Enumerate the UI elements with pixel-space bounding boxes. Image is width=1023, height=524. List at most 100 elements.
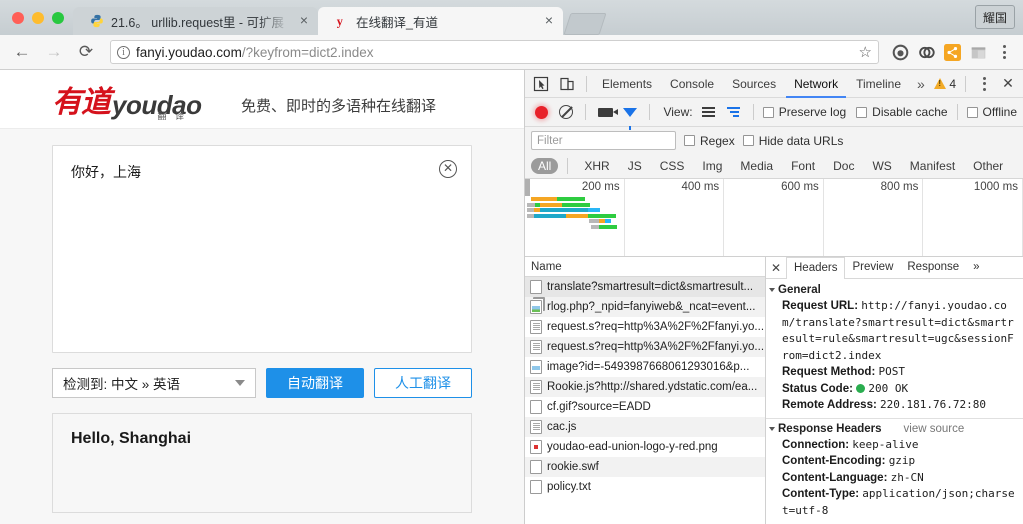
auto-translate-button[interactable]: 自动翻译	[266, 368, 364, 398]
request-name: youdao-ead-union-logo-y-red.png	[547, 441, 718, 453]
back-button[interactable]: ←	[8, 38, 36, 66]
filter-input[interactable]: Filter	[531, 131, 676, 150]
warning-triangle-icon	[934, 78, 947, 89]
filter-type-other[interactable]: Other	[966, 158, 1010, 174]
warning-badge[interactable]: 4	[934, 77, 958, 91]
filter-type-font[interactable]: Font	[784, 158, 822, 174]
language-select[interactable]: 检测到: 中文 » 英语	[52, 368, 256, 398]
divider	[586, 75, 587, 92]
table-row[interactable]: Rookie.js?http://shared.ydstatic.com/ea.…	[525, 377, 765, 397]
tab-console[interactable]: Console	[662, 70, 722, 98]
table-row[interactable]: request.s?req=http%3A%2F%2Ffanyi.yo...	[525, 317, 765, 337]
record-icon[interactable]	[531, 100, 552, 124]
browser-tab-2-close-icon[interactable]: ×	[541, 13, 557, 29]
column-header-name: Name	[531, 260, 562, 273]
detail-tab-headers[interactable]: Headers	[786, 256, 846, 279]
extension-link-icon[interactable]	[915, 41, 937, 63]
detail-tab-preview[interactable]: Preview	[845, 257, 900, 279]
list-view-icon[interactable]	[699, 100, 720, 124]
request-name: request.s?req=http%3A%2F%2Ffanyi.yo...	[547, 321, 765, 333]
python-icon	[89, 13, 105, 29]
general-section-title[interactable]: General	[766, 282, 1023, 298]
address-bar[interactable]: i fanyi.youdao.com/?keyfrom=dict2.index …	[110, 40, 879, 64]
devtools-menu-icon[interactable]	[973, 70, 995, 98]
forward-button[interactable]: →	[40, 38, 68, 66]
filter-type-css[interactable]: CSS	[653, 158, 692, 174]
browser-tab-1[interactable]: 21.6。 urllib.request里 - 可扩展 ×	[73, 7, 318, 35]
human-translate-button[interactable]: 人工翻译	[374, 368, 472, 398]
offline-checkbox[interactable]: Offline	[966, 105, 1017, 119]
site-tagline: 免费、即时的多语种在线翻译	[240, 98, 436, 115]
filter-type-all[interactable]: All	[531, 158, 559, 174]
table-row[interactable]: rookie.swf	[525, 457, 765, 477]
table-row[interactable]: youdao-ead-union-logo-y-red.png	[525, 437, 765, 457]
site-info-icon[interactable]: i	[117, 45, 130, 59]
youdao-logo[interactable]: 有道 youdao 翻 译	[52, 88, 231, 122]
preserve-log-checkbox[interactable]: Preserve log	[762, 105, 846, 119]
script-doc-icon	[530, 340, 542, 354]
toggle-device-toolbar-icon[interactable]	[555, 72, 579, 96]
extension-share-icon[interactable]	[941, 41, 963, 63]
regex-checkbox[interactable]: Regex	[684, 134, 735, 148]
translate-panel: 你好，上海 ✕ 检测到: 中文 » 英语 自动翻译 人工翻译 Hello, Sh…	[0, 128, 524, 524]
funnel-icon[interactable]	[620, 100, 641, 130]
table-row[interactable]: policy.txt	[525, 477, 765, 497]
tab-network[interactable]: Network	[786, 70, 846, 98]
clear-icon[interactable]	[556, 100, 577, 124]
camera-icon[interactable]	[595, 100, 619, 124]
table-row[interactable]: translate?smartresult=dict&smartresult..…	[525, 277, 765, 297]
detail-more-tabs-icon[interactable]: »	[966, 257, 986, 279]
chrome-menu-icon[interactable]	[993, 38, 1015, 66]
request-url-label: Request URL:	[782, 300, 859, 312]
filter-type-xhr[interactable]: XHR	[577, 158, 616, 174]
disable-cache-checkbox[interactable]: Disable cache	[856, 105, 948, 119]
table-row[interactable]: cac.js	[525, 417, 765, 437]
detail-close-icon[interactable]: ✕	[766, 261, 786, 275]
table-row[interactable]: cf.gif?source=EADD	[525, 397, 765, 417]
extension-panel-icon[interactable]	[967, 41, 989, 63]
overview-bar	[589, 219, 617, 223]
request-name: image?id=-5493987668061293016&p...	[547, 361, 750, 373]
request-url-row: Request URL: http://fanyi.youdao.com/tra…	[766, 298, 1023, 364]
close-window-button[interactable]	[12, 11, 24, 24]
detail-tab-response[interactable]: Response	[900, 257, 966, 279]
view-source-link[interactable]: view source	[904, 423, 965, 435]
new-tab-button[interactable]	[563, 13, 607, 35]
tab-timeline[interactable]: Timeline	[848, 70, 909, 98]
tab-sources[interactable]: Sources	[724, 70, 784, 98]
filter-type-manifest[interactable]: Manifest	[903, 158, 962, 174]
maximize-window-button[interactable]	[52, 11, 64, 24]
overview-selection-handle[interactable]	[525, 179, 530, 196]
detail-tabbar: ✕ Headers Preview Response »	[766, 256, 1023, 279]
request-list-header[interactable]: Name	[525, 257, 765, 277]
browser-tab-1-close-icon[interactable]: ×	[296, 13, 312, 29]
source-textarea[interactable]: 你好，上海 ✕	[52, 145, 472, 353]
request-name: rlog.php?_npid=fanyiweb&_ncat=event...	[547, 301, 756, 313]
response-headers-section-title[interactable]: Response Headers view source	[766, 421, 1023, 437]
table-row[interactable]: image?id=-5493987668061293016&p...	[525, 357, 765, 377]
overview-tick-600ms: 600 ms	[781, 181, 819, 193]
bookmark-star-icon[interactable]: ☆	[859, 43, 872, 61]
browser-toolbar: ← → ⟳ i fanyi.youdao.com/?keyfrom=dict2.…	[0, 35, 1023, 70]
extension-circle-icon[interactable]	[889, 41, 911, 63]
filter-type-ws[interactable]: WS	[865, 158, 898, 174]
devtools-close-icon[interactable]: ✕	[997, 72, 1019, 96]
remote-address-row: Remote Address: 220.181.76.72:80	[766, 397, 1023, 414]
minimize-window-button[interactable]	[32, 11, 44, 24]
hide-data-urls-checkbox[interactable]: Hide data URLs	[742, 134, 843, 148]
network-overview-timeline[interactable]: 200 ms 400 ms 600 ms 800 ms 1000 ms	[525, 179, 1023, 257]
filter-type-doc[interactable]: Doc	[826, 158, 861, 174]
table-row[interactable]: request.s?req=http%3A%2F%2Ffanyi.yo...	[525, 337, 765, 357]
browser-tab-2[interactable]: y 在线翻译_有道 ×	[318, 7, 563, 35]
table-row[interactable]: rlog.php?_npid=fanyiweb&_ncat=event...	[525, 297, 765, 317]
waterfall-view-icon[interactable]	[723, 100, 744, 124]
reload-button[interactable]: ⟳	[72, 38, 100, 66]
profile-button[interactable]: 耀国	[975, 5, 1015, 29]
more-panels-icon[interactable]: »	[911, 76, 931, 92]
clear-icon[interactable]: ✕	[439, 160, 457, 178]
tab-elements[interactable]: Elements	[594, 70, 660, 98]
filter-type-js[interactable]: JS	[621, 158, 649, 174]
inspect-element-icon[interactable]	[529, 72, 553, 96]
filter-type-img[interactable]: Img	[695, 158, 729, 174]
filter-type-media[interactable]: Media	[733, 158, 780, 174]
